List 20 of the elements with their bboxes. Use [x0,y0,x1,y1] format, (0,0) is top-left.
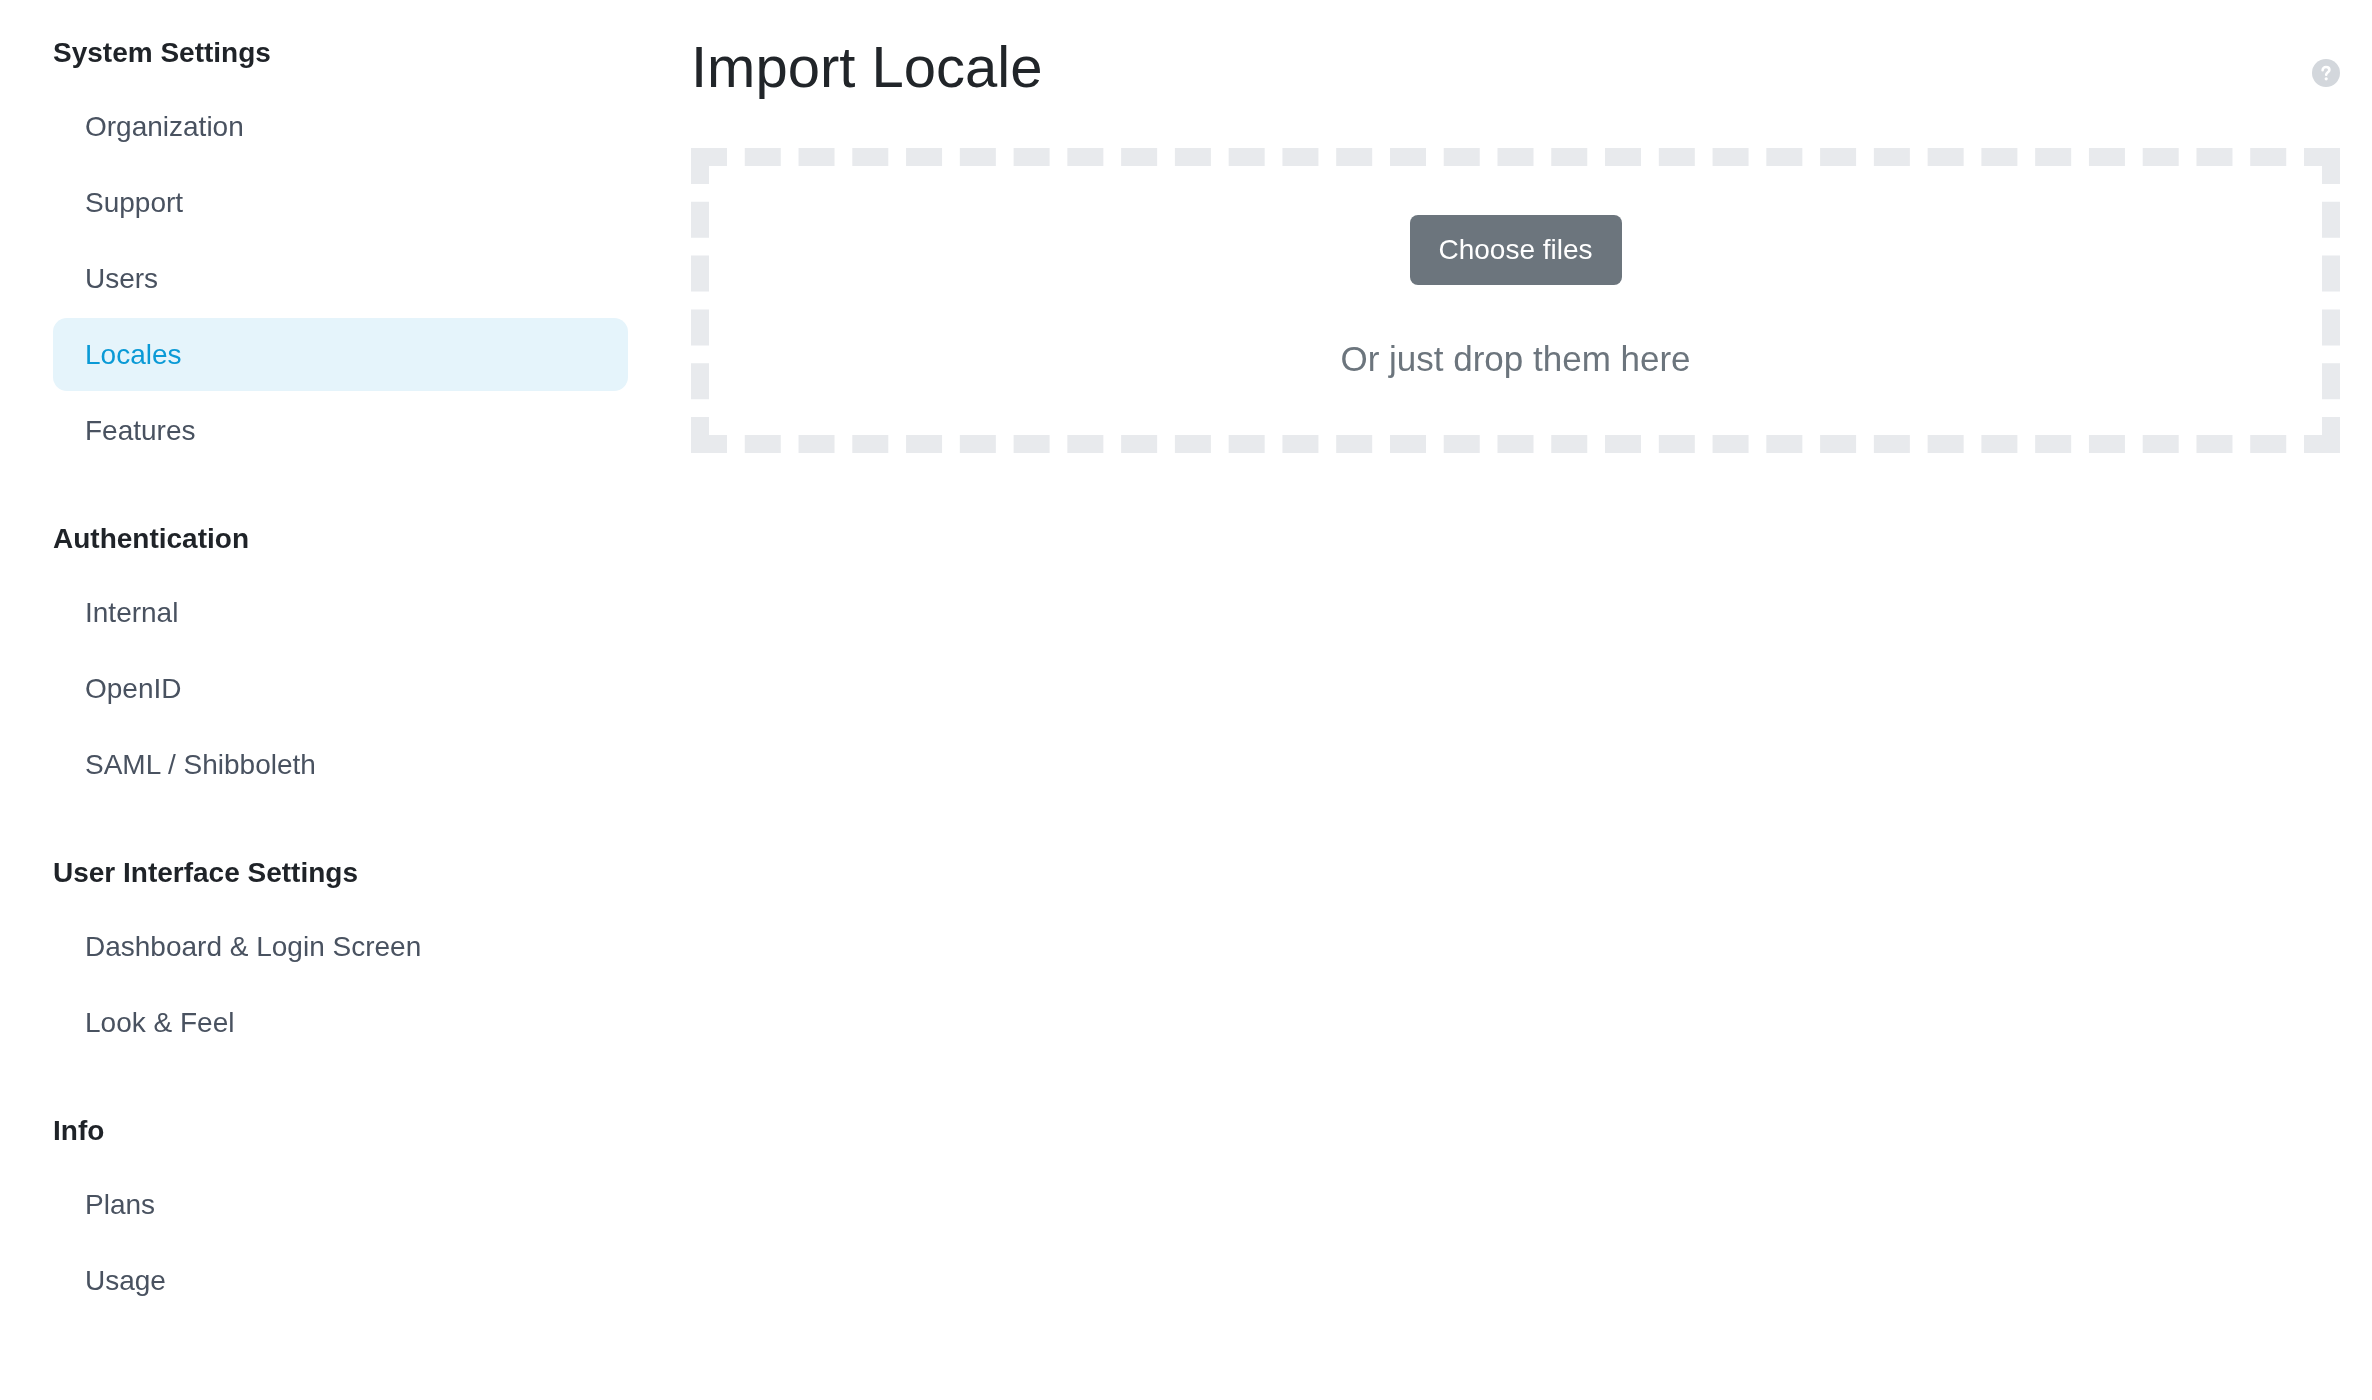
section-heading: User Interface Settings [53,856,359,890]
file-drop-zone[interactable]: Choose files Or just drop them here [691,148,2340,453]
section-heading: Authentication [53,522,250,556]
sidebar-item[interactable]: Usage [53,1244,628,1317]
sidebar-item[interactable]: OpenID [53,652,628,725]
sidebar-item[interactable]: Features [53,394,628,467]
sidebar-item[interactable]: SAML / Shibboleth [53,728,628,801]
sidebar-item[interactable]: Plans [53,1168,628,1241]
sidebar-item[interactable]: Internal [53,576,628,649]
sidebar-item[interactable]: Users [53,242,628,315]
sidebar-item[interactable]: Organization [53,90,628,163]
help-icon[interactable] [2312,59,2340,87]
sidebar-item[interactable]: Support [53,166,628,239]
section-heading: Info [53,1114,106,1148]
drop-hint: Or just drop them here [1340,338,1691,380]
section-heading: System Settings [53,36,272,70]
choose-files-button[interactable]: Choose files [1409,215,1622,285]
sidebar-item[interactable]: Dashboard & Login Screen [53,910,628,983]
sidebar-item[interactable]: Look & Feel [53,986,628,1059]
page-title: Import Locale [691,33,1043,101]
